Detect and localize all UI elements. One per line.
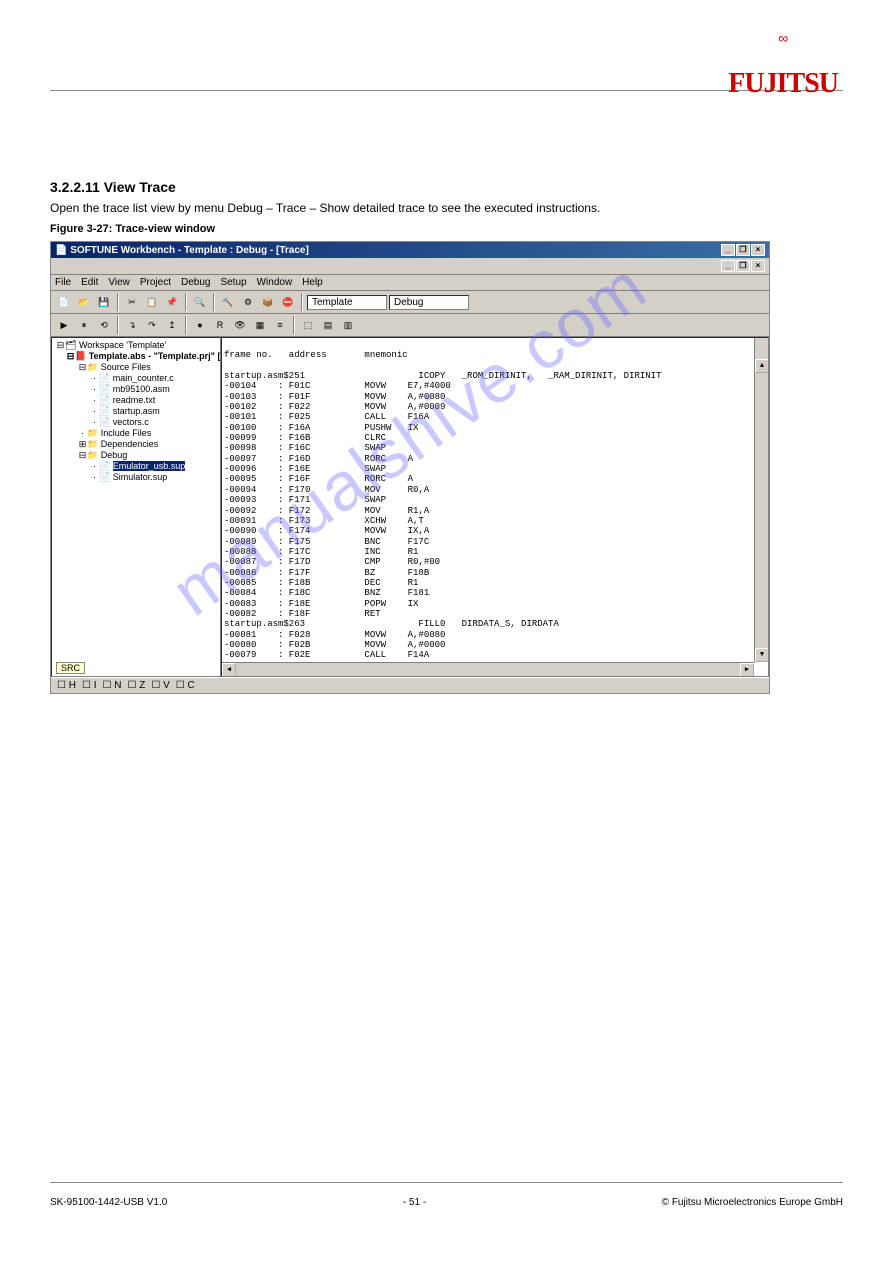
scroll-down-icon[interactable]: ▼ (755, 648, 769, 662)
doc-minimize-button[interactable]: _ (721, 260, 735, 272)
trace-icon[interactable]: ≡ (271, 316, 289, 334)
cascade-icon[interactable]: ▥ (339, 316, 357, 334)
statusbar: ☐ H ☐ I ☐ N ☐ Z ☐ V ☐ C (51, 677, 769, 693)
tree-debug-folder: ⊟📁 Debug (54, 450, 218, 461)
flag-h[interactable]: ☐ H (57, 680, 76, 691)
footer-center: - 51 - (403, 1197, 426, 1208)
doc-close-button[interactable]: × (751, 260, 765, 272)
scroll-right-icon[interactable]: ▶ (740, 663, 754, 677)
titlebar: 📄 SOFTUNE Workbench - Template : Debug -… (51, 242, 769, 258)
menu-window[interactable]: Window (257, 277, 293, 288)
find-icon[interactable]: 🔍 (191, 293, 209, 311)
flag-c[interactable]: ☐ C (176, 680, 195, 691)
header-rule (50, 90, 843, 91)
open-icon[interactable]: 📂 (75, 293, 93, 311)
minimize-button[interactable]: _ (721, 244, 735, 256)
window-title: SOFTUNE Workbench - Template : Debug - [… (70, 245, 309, 256)
menu-edit[interactable]: Edit (81, 277, 98, 288)
reset-icon[interactable]: ⟲ (95, 316, 113, 334)
scroll-left-icon[interactable]: ◀ (222, 663, 236, 677)
build-icon[interactable]: 🔨 (219, 293, 237, 311)
menubar: File Edit View Project Debug Setup Windo… (51, 275, 769, 291)
screenshot-trace-window: 📄 SOFTUNE Workbench - Template : Debug -… (50, 241, 770, 694)
save-icon[interactable]: 💾 (95, 293, 113, 311)
tree-debug-item: ·📄 Simulator.sup (54, 472, 218, 483)
menu-debug[interactable]: Debug (181, 277, 210, 288)
tree-file: ·📄 vectors.c (54, 417, 218, 428)
flag-z[interactable]: ☐ Z (127, 680, 145, 691)
new-icon[interactable]: 📄 (55, 293, 73, 311)
menu-setup[interactable]: Setup (220, 277, 246, 288)
workspace-tree[interactable]: ⊟🗂 Workspace 'Template' ⊟📕 Template.abs … (51, 337, 221, 677)
footer-rule (50, 1182, 843, 1183)
project-combo[interactable]: Template (307, 295, 387, 310)
tree-source-folder: ⊟📁 Source Files (54, 362, 218, 373)
memory-icon[interactable]: ▦ (251, 316, 269, 334)
menu-project[interactable]: Project (140, 277, 171, 288)
flag-n[interactable]: ☐ N (103, 680, 122, 691)
tree-dependencies-folder: ⊞📁 Dependencies (54, 439, 218, 450)
app-icon: 📄 (55, 245, 67, 256)
horizontal-scrollbar[interactable]: ◀ ▶ (222, 662, 754, 676)
trace-panel[interactable]: frame no. address mnemonic startup.asm$2… (221, 337, 769, 677)
toolbar-row-2: ▶ ⏸ ⟲ ↴ ↷ ↥ ● R 👁 ▦ ≡ ⬚ ▤ ▥ (51, 314, 769, 337)
go-icon[interactable]: ▶ (55, 316, 73, 334)
copy-icon[interactable]: 📋 (143, 293, 161, 311)
fujitsu-logo: ∞ FUJITSU (728, 50, 838, 100)
tree-debug-item: ·📄 Emulator_usb.sup (54, 461, 218, 472)
tree-root: ⊟🗂 Workspace 'Template' (54, 340, 218, 351)
tile-icon[interactable]: ▤ (319, 316, 337, 334)
footer-right: © Fujitsu Microelectronics Europe GmbH (662, 1197, 843, 1208)
menu-help[interactable]: Help (302, 277, 323, 288)
tree-file: ·📄 main_counter.c (54, 373, 218, 384)
flag-v[interactable]: ☐ V (151, 680, 169, 691)
toolbar-row-1: 📄 📂 💾 ✂ 📋 📌 🔍 🔨 ⚙ 📦 ⛔ Template Debug (51, 291, 769, 314)
compile-icon[interactable]: ⚙ (239, 293, 257, 311)
tree-file: ·📄 readme.txt (54, 395, 218, 406)
step-over-icon[interactable]: ↷ (143, 316, 161, 334)
tree-file: ·📄 mb95100.asm (54, 384, 218, 395)
page-footer: SK-95100-1442-USB V1.0 - 51 - © Fujitsu … (50, 1197, 843, 1208)
menu-file[interactable]: File (55, 277, 71, 288)
flag-i[interactable]: ☐ I (82, 680, 97, 691)
trace-lines: startup.asm$251 ICOPY _ROM_DIRINIT, _RAM… (224, 371, 661, 677)
window-icon[interactable]: ⬚ (299, 316, 317, 334)
scroll-up-icon[interactable]: ▲ (755, 359, 769, 373)
breakpoint-icon[interactable]: ● (191, 316, 209, 334)
section-trace-text: Open the trace list view by menu Debug –… (50, 201, 843, 215)
register-icon[interactable]: R (211, 316, 229, 334)
stop-build-icon[interactable]: ⛔ (279, 293, 297, 311)
watch-icon[interactable]: 👁 (231, 316, 249, 334)
make-icon[interactable]: 📦 (259, 293, 277, 311)
trace-header: frame no. address mnemonic (224, 350, 408, 360)
restore-button[interactable]: ❐ (736, 244, 750, 256)
config-combo[interactable]: Debug (389, 295, 469, 310)
section-trace-title: 3.2.2.11 View Trace (50, 179, 843, 195)
footer-left: SK-95100-1442-USB V1.0 (50, 1197, 167, 1208)
logo-text: FUJITSU (728, 68, 838, 100)
tree-tab-src[interactable]: SRC (56, 662, 85, 674)
figure-caption-trace: Figure 3-27: Trace-view window (50, 223, 843, 235)
hidden-body-text: 3.2.2.12 Call stack At any point inside … (50, 714, 843, 1097)
tree-project: ⊟📕 Template.abs - "Template.prj" [Debug] (54, 351, 218, 362)
cut-icon[interactable]: ✂ (123, 293, 141, 311)
tree-file: ·📄 startup.asm (54, 406, 218, 417)
close-button[interactable]: × (751, 244, 765, 256)
menu-view[interactable]: View (108, 277, 130, 288)
paste-icon[interactable]: 📌 (163, 293, 181, 311)
tree-include-folder: ·📁 Include Files (54, 428, 218, 439)
step-out-icon[interactable]: ↥ (163, 316, 181, 334)
doc-restore-button[interactable]: ❐ (736, 260, 750, 272)
vertical-scrollbar[interactable]: ▲ ▼ (754, 338, 768, 662)
step-in-icon[interactable]: ↴ (123, 316, 141, 334)
break-icon[interactable]: ⏸ (75, 316, 93, 334)
